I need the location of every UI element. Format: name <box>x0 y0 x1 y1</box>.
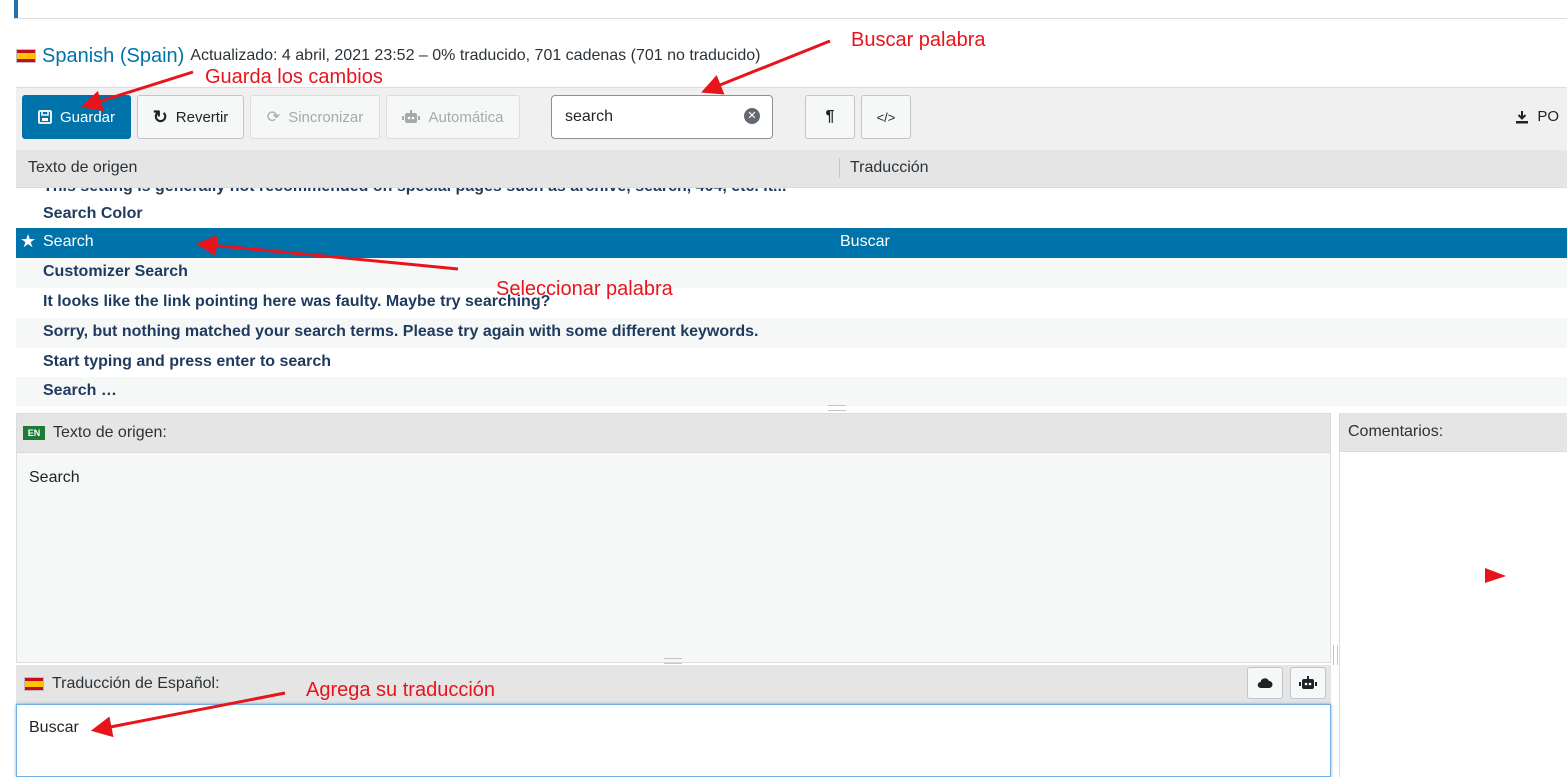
source-panel-title: Texto de origen: <box>53 424 167 441</box>
list-item-source: Search Color <box>43 205 143 222</box>
list-item-selected[interactable]: ★ Search Buscar <box>16 228 1567 258</box>
revert-button[interactable]: ↻ Revertir <box>137 95 244 139</box>
list-item-source: Sorry, but nothing matched your search t… <box>43 323 759 340</box>
editor-toolbar: Guardar ↻ Revertir ⟳ Sincronizar Automát… <box>16 87 1567 150</box>
column-divider <box>839 158 840 178</box>
sync-icon: ⟳ <box>266 109 281 126</box>
po-label: PO <box>1537 108 1559 125</box>
list-item-source: Customizer Search <box>43 263 188 280</box>
spain-flag-icon <box>16 49 36 63</box>
cloud-icon <box>1257 678 1273 689</box>
list-item-source: This setting is generally not recommende… <box>43 188 786 196</box>
invisibles-toggle-button[interactable]: ¶ <box>805 95 855 139</box>
floppy-disk-icon <box>38 110 52 124</box>
list-item[interactable]: Customizer Search <box>16 258 1567 288</box>
clear-search-icon[interactable]: ✕ <box>744 108 760 124</box>
source-resize-handle[interactable] <box>664 658 682 664</box>
list-item[interactable]: It looks like the link pointing here was… <box>16 288 1567 318</box>
search-input-value: search <box>565 108 614 125</box>
cloud-suggest-button[interactable] <box>1247 667 1283 699</box>
robot-icon <box>1299 676 1317 689</box>
translation-panel-header: Traducción de Español: <box>16 665 1331 704</box>
column-translation-header[interactable]: Traducción <box>850 159 929 177</box>
auto-translate-button[interactable]: Automática <box>386 95 520 139</box>
pilcrow-icon: ¶ <box>825 108 835 125</box>
auto-label: Automática <box>428 108 504 126</box>
save-button[interactable]: Guardar <box>22 95 131 139</box>
list-item[interactable]: Search Color <box>16 200 1567 230</box>
list-item[interactable]: Start typing and press enter to search <box>16 348 1567 378</box>
code-icon: </> <box>876 109 896 125</box>
notice-accent <box>14 0 18 18</box>
download-po-button[interactable]: PO <box>1515 108 1559 125</box>
spain-flag-icon <box>24 677 44 691</box>
translation-panel: Traducción de Español: Buscar <box>16 665 1331 777</box>
list-item-translation: Buscar <box>840 233 890 250</box>
annotation-save-changes: Guarda los cambios <box>205 66 383 88</box>
panel-splitter-handle[interactable] <box>1333 645 1338 665</box>
list-item-source: Start typing and press enter to search <box>43 353 332 370</box>
star-icon[interactable]: ★ <box>20 231 36 252</box>
comments-panel: Comentarios: <box>1339 413 1567 777</box>
list-resize-handle[interactable] <box>828 405 846 411</box>
annotation-select-word: Seleccionar palabra <box>496 278 673 300</box>
auto-translate-row-button[interactable] <box>1290 667 1326 699</box>
translation-text: Buscar <box>29 719 79 736</box>
comments-panel-title: Comentarios: <box>1348 423 1444 440</box>
list-header: Texto de origen Traducción <box>16 150 1567 188</box>
column-source-header[interactable]: Texto de origen <box>28 159 137 177</box>
revert-label: Revertir <box>175 108 229 126</box>
list-item-source: Search <box>43 233 94 250</box>
strings-list: This setting is generally not recommende… <box>16 188 1567 406</box>
translation-panel-title: Traducción de Español: <box>52 675 220 692</box>
download-icon <box>1516 110 1529 123</box>
sync-button[interactable]: ⟳ Sincronizar <box>250 95 380 139</box>
list-item[interactable]: Sorry, but nothing matched your search t… <box>16 318 1567 348</box>
source-text: Search <box>29 469 80 486</box>
refresh-icon: ↻ <box>152 106 168 127</box>
search-input[interactable]: search ✕ <box>551 95 773 139</box>
code-view-toggle-button[interactable]: </> <box>861 95 911 139</box>
source-panel-header: EN Texto de origen: <box>17 414 1330 453</box>
save-label: Guardar <box>59 108 116 126</box>
list-item-source: It looks like the link pointing here was… <box>43 293 551 310</box>
locale-header: Spanish (Spain) Actualizado: 4 abril, 20… <box>16 44 760 68</box>
top-notice-strip <box>14 0 1567 19</box>
language-name-link[interactable]: Spanish (Spain) <box>42 45 184 68</box>
annotation-add-translation: Agrega su traducción <box>306 679 496 701</box>
robot-icon <box>402 110 421 123</box>
translation-textarea[interactable]: Buscar <box>16 704 1331 777</box>
annotation-search-word: Buscar palabra <box>851 29 986 51</box>
en-badge: EN <box>23 426 45 440</box>
list-item[interactable]: Search … <box>16 377 1567 406</box>
comments-panel-header: Comentarios: <box>1340 413 1567 452</box>
source-panel: EN Texto de origen: Search <box>16 413 1331 663</box>
locale-meta: Actualizado: 4 abril, 2021 23:52 – 0% tr… <box>190 47 761 64</box>
sync-label: Sincronizar <box>288 108 364 126</box>
list-item-source: Search … <box>43 382 117 399</box>
